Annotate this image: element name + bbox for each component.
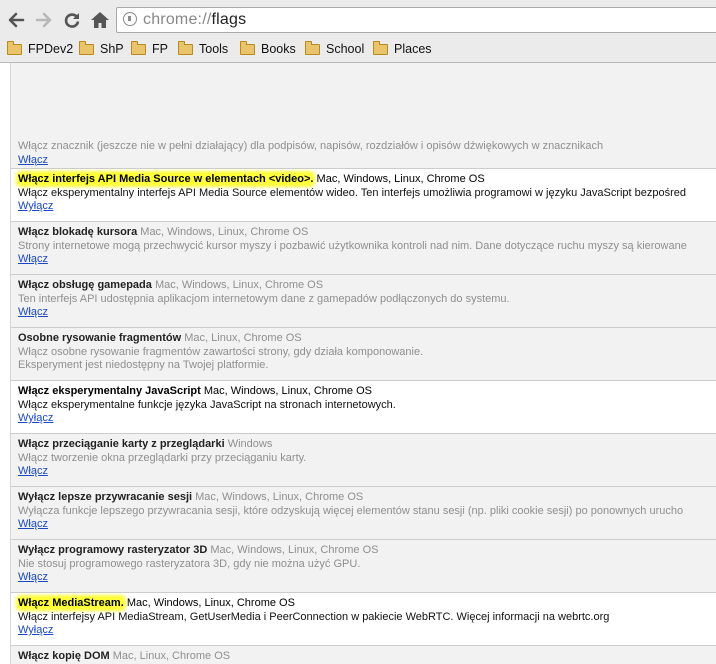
bookmark-folder-fp[interactable]: FP — [131, 40, 168, 58]
url-text[interactable]: chrome://flags — [143, 11, 246, 29]
experiment-media-stream: Włącz MediaStream. Mac, Windows, Linux, … — [11, 593, 716, 646]
experiment-title: Włącz obsługę gamepada — [18, 279, 152, 291]
experiment-title: Włącz blokadę kursora — [18, 226, 138, 238]
experiment-session-restore: Wyłącz lepsze przywracanie sesji Mac, Wi… — [11, 487, 716, 540]
disable-link[interactable]: Wyłącz — [18, 624, 53, 638]
experiment-platforms: Mac, Linux, Chrome OS — [184, 332, 302, 344]
browser-toolbar: chrome://flags — [0, 0, 716, 38]
experiment-platforms: Mac, Windows, Linux, Chrome OS — [210, 544, 379, 556]
experiment-title: Włącz kopię DOM — [18, 650, 110, 662]
experiment-javascript: Włącz eksperymentalny JavaScript Mac, Wi… — [11, 381, 716, 434]
experiment-platforms: Windows — [227, 438, 273, 450]
experiment-track-element: Włącz znacznik (jeszcze nie w pełni dzia… — [11, 63, 716, 169]
folder-icon — [305, 40, 320, 55]
bookmark-folder-school[interactable]: School — [305, 40, 364, 58]
experiment-platforms: Mac, Windows, Linux, Chrome OS — [203, 385, 372, 397]
bookmark-folder-books[interactable]: Books — [240, 40, 296, 58]
experiment-description: Włącz eksperymentalne funkcje języka Jav… — [18, 398, 396, 411]
bookmark-folder-fpdev2[interactable]: FPDev2 — [7, 40, 73, 58]
flags-experiment-list: Włącz znacznik (jeszcze nie w pełni dzia… — [10, 63, 716, 664]
bookmark-label: School — [326, 42, 365, 56]
experiment-shadow-dom: Włącz kopię DOM Mac, Linux, Chrome OS — [11, 646, 716, 664]
bookmark-folder-shp[interactable]: ShP — [79, 40, 124, 58]
experiment-description: Nie stosuj programowego rasteryzatora 3D… — [18, 557, 361, 570]
experiment-gamepad: Włącz obsługę gamepada Mac, Windows, Lin… — [11, 275, 716, 328]
experiment-tab-dragging: Włącz przeciąganie karty z przeglądarki … — [11, 434, 716, 487]
bookmark-label: ShP — [100, 42, 124, 56]
experiment-platforms: Mac, Windows, Linux, Chrome OS — [316, 173, 485, 185]
enable-link[interactable]: Włącz — [18, 253, 48, 267]
address-bar[interactable]: chrome://flags — [116, 7, 716, 33]
experiment-description: Włącz tworzenie okna przeglądarki przy p… — [18, 451, 307, 464]
forward-arrow-icon[interactable] — [32, 8, 56, 32]
experiment-description: Włącz znacznik (jeszcze nie w pełni dzia… — [18, 140, 604, 152]
enable-link[interactable]: Włącz — [18, 465, 48, 479]
folder-icon — [373, 40, 388, 55]
folder-icon — [240, 40, 255, 55]
home-icon[interactable] — [88, 8, 112, 32]
folder-icon — [79, 40, 94, 55]
experiment-title: Osobne rysowanie fragmentów — [18, 332, 182, 344]
experiment-description: Włącz osobne rysowanie fragmentów zawart… — [18, 345, 424, 358]
enable-link[interactable]: Włącz — [18, 306, 48, 320]
experiment-title: Włącz interfejs API Media Source w eleme… — [18, 173, 314, 185]
folder-icon — [131, 40, 146, 55]
bookmark-folder-places[interactable]: Places — [373, 40, 432, 58]
enable-link[interactable]: Włącz — [18, 154, 48, 168]
bookmark-label: Books — [261, 42, 296, 56]
experiment-description: Ten interfejs API udostępnia aplikacjom … — [18, 292, 510, 305]
bookmarks-bar: FPDev2 ShP FP Tools Books School Places — [0, 38, 716, 63]
bookmark-label: FPDev2 — [28, 42, 74, 56]
experiment-pointer-lock: Włącz blokadę kursora Mac, Windows, Linu… — [11, 222, 716, 275]
reload-icon[interactable] — [60, 8, 84, 32]
enable-link[interactable]: Włącz — [18, 518, 48, 532]
experiment-description: Włącz eksperymentalny interfejs API Medi… — [18, 186, 687, 199]
enable-link[interactable]: Włącz — [18, 571, 48, 585]
page-info-icon[interactable] — [123, 12, 137, 26]
experiment-media-source: Włącz interfejs API Media Source w eleme… — [11, 169, 716, 222]
bookmark-folder-tools[interactable]: Tools — [178, 40, 228, 58]
folder-icon — [7, 40, 22, 55]
folder-icon — [178, 40, 193, 55]
experiment-title: Wyłącz lepsze przywracanie sesji — [18, 491, 193, 503]
experiment-title: Włącz eksperymentalny JavaScript — [18, 385, 201, 397]
experiment-platforms: Mac, Windows, Linux, Chrome OS — [140, 226, 309, 238]
experiment-title: Wyłącz programowy rasteryzator 3D — [18, 544, 208, 556]
disable-link[interactable]: Wyłącz — [18, 412, 53, 426]
experiment-description: Strony internetowe mogą przechwycić kurs… — [18, 239, 687, 252]
experiment-description: Włącz interfejsy API MediaStream, GetUse… — [18, 610, 610, 623]
experiment-unavailable-note: Eksperyment jest niedostępny na Twojej p… — [18, 359, 269, 371]
experiment-impl-side-painting: Osobne rysowanie fragmentów Mac, Linux, … — [11, 328, 716, 381]
experiment-platforms: Mac, Windows, Linux, Chrome OS — [195, 491, 364, 503]
experiment-platforms: Mac, Windows, Linux, Chrome OS — [126, 597, 295, 609]
bookmark-label: FP — [152, 42, 168, 56]
disable-link[interactable]: Wyłącz — [18, 200, 53, 214]
experiment-platforms: Mac, Linux, Chrome OS — [112, 650, 231, 662]
experiment-description: Wyłącza funkcje lepszego przywracania se… — [18, 504, 684, 517]
experiment-platforms: Mac, Windows, Linux, Chrome OS — [154, 279, 324, 291]
bookmark-label: Places — [394, 42, 432, 56]
bookmark-label: Tools — [199, 42, 229, 56]
experiment-title: Włącz MediaStream. — [18, 597, 124, 609]
experiment-title: Włącz przeciąganie karty z przeglądarki — [18, 438, 225, 450]
back-arrow-icon[interactable] — [4, 8, 28, 32]
experiment-software-rasterizer: Wyłącz programowy rasteryzator 3D Mac, W… — [11, 540, 716, 593]
